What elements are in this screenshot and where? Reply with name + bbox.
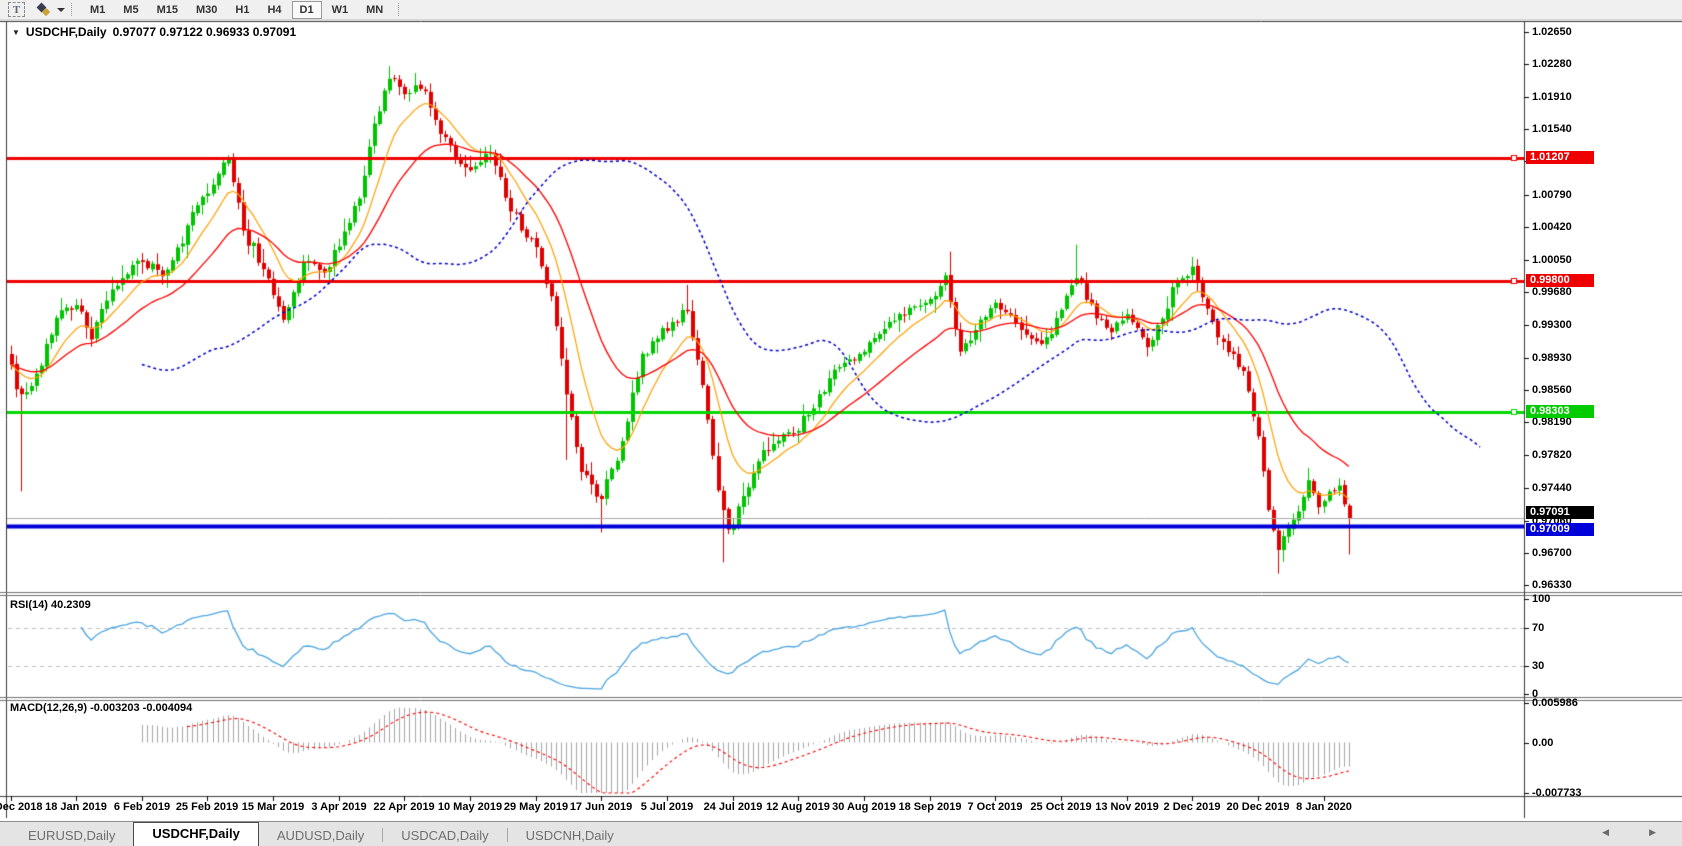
period-button-m15[interactable]: M15: [149, 1, 186, 19]
text-tool-label: T: [12, 3, 21, 16]
period-button-m1[interactable]: M1: [82, 1, 113, 19]
top-toolbar: T M1 M5 M15 M30 H1 H4 D1 W1 MN: [0, 0, 1682, 19]
period-button-w1[interactable]: W1: [324, 1, 357, 19]
period-button-h4[interactable]: H4: [259, 1, 289, 19]
chart-tab-usdcnh[interactable]: USDCNH,Daily: [508, 825, 632, 846]
chevron-down-icon[interactable]: [57, 7, 65, 12]
ohlc-quote: 0.97077 0.97122 0.96933 0.97091: [112, 25, 297, 39]
rsi-indicator-label: RSI(14) 40.2309: [10, 599, 91, 611]
period-button-mn[interactable]: MN: [358, 1, 391, 19]
chart-tab-bar: EURUSD,Daily USDCHF,Daily AUDUSD,Daily USDC…: [0, 821, 1682, 846]
chart-tab-eurusd[interactable]: EURUSD,Daily: [10, 825, 133, 846]
period-button-m30[interactable]: M30: [188, 1, 225, 19]
period-button-d1[interactable]: D1: [291, 0, 322, 19]
symbol-name: USDCHF,Daily: [25, 25, 107, 39]
macd-indicator-label: MACD(12,26,9) -0.003203 -0.004094: [10, 702, 193, 714]
chart-tab-usdchf[interactable]: USDCHF,Daily: [133, 822, 259, 846]
tab-scroll-controls: ◀ ▶: [1602, 827, 1656, 838]
text-tool-button[interactable]: T: [8, 2, 25, 17]
toolbar-grip: [398, 3, 404, 16]
objects-dropdown-button[interactable]: [35, 2, 53, 17]
symbol-dropdown-icon[interactable]: ▼: [12, 28, 20, 37]
chart-tab-audusd[interactable]: AUDUSD,Daily: [259, 825, 382, 846]
tab-scroll-right-icon[interactable]: ▶: [1649, 827, 1656, 838]
period-button-h1[interactable]: H1: [227, 1, 257, 19]
chart-title[interactable]: ▼ USDCHF,Daily 0.97077 0.97122 0.96933 0…: [12, 25, 296, 39]
tab-scroll-left-icon[interactable]: ◀: [1602, 827, 1609, 838]
toolbar-grip: [71, 3, 77, 16]
chart-canvas[interactable]: [0, 0, 1682, 845]
period-button-m5[interactable]: M5: [115, 1, 146, 19]
chart-tab-usdcad[interactable]: USDCAD,Daily: [383, 825, 506, 846]
